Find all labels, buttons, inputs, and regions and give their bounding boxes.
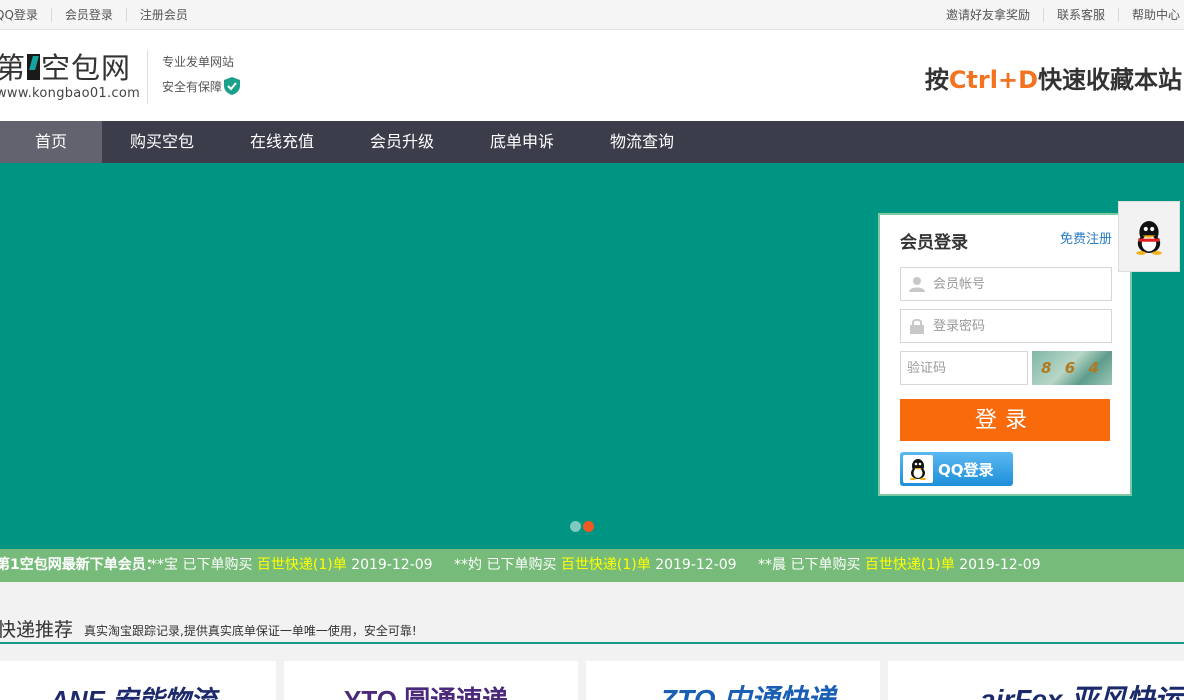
nav-buy[interactable]: 购买空包 [102, 121, 222, 163]
slogan-safe-text: 安全有保障 [162, 80, 223, 94]
zto-logo-text: ZTO 中通快递 [659, 684, 838, 700]
carousel-dots [570, 521, 594, 532]
logo-number-mark [27, 54, 41, 80]
latest-orders-ticker: 第1空包网最新下单会员： **宝 已下单购买 百世快递(1)单 2019-12-… [0, 549, 1184, 582]
captcha-image[interactable]: 8 6 4 [1032, 351, 1112, 385]
user-icon [901, 268, 933, 300]
ticker-item: **晨 已下单购买 百世快递(1)单 2019-12-09 [758, 549, 1041, 582]
recommend-subtitle: 真实淘宝跟踪记录,提供真实底单保证一单唯一使用，安全可靠! [84, 624, 417, 638]
courier-card-zto[interactable]: ZTO 中通快递 [586, 661, 880, 700]
login-panel: 会员登录 免费注册 8 6 4 登录 QQ登录 [878, 213, 1132, 496]
carousel-dot-1[interactable] [570, 521, 581, 532]
top-bar-right: 邀请好友拿奖励 联系客服 帮助中心 [933, 0, 1184, 30]
ticker-text: 已下单购买 [182, 557, 253, 573]
top-bar: QQ登录 会员登录 注册会员 邀请好友拿奖励 联系客服 帮助中心 [0, 0, 1184, 30]
nav-home[interactable]: 首页 [0, 121, 102, 163]
password-field[interactable] [900, 309, 1112, 343]
ticker-label: 第1空包网最新下单会员： [0, 557, 160, 573]
yto-logo: YTO 圆通速递 [344, 685, 508, 700]
recommend-heading: 快递推荐 [0, 619, 74, 641]
logo-text: 第空包网 [0, 51, 132, 85]
account-input[interactable] [933, 276, 1103, 292]
free-register-link[interactable]: 免费注册 [1060, 228, 1112, 247]
qq-login-label: QQ登录 [938, 460, 994, 479]
invite-friends-link[interactable]: 邀请好友拿奖励 [933, 8, 1044, 22]
ticker-user: **妁 [454, 557, 482, 573]
floating-qq-service[interactable] [1118, 201, 1180, 272]
ticker-text: 已下单购买 [486, 557, 557, 573]
bookmark-hint-prefix: 按 [924, 66, 949, 94]
ticker-date: 2019-12-09 [959, 557, 1041, 573]
ticker-user: **宝 [150, 557, 178, 573]
contact-service-link[interactable]: 联系客服 [1044, 8, 1119, 22]
zto-logo: ZTO 中通快递 [659, 684, 838, 700]
bookmark-hint: 按Ctrl+D快速收藏本站 [925, 60, 1182, 95]
ticker-item: **妁 已下单购买 百世快递(1)单 2019-12-09 [454, 549, 737, 582]
shield-check-icon [224, 77, 241, 95]
site-logo[interactable]: 第空包网 www.kongbao01.com [0, 50, 141, 104]
login-title: 会员登录 [900, 233, 968, 253]
carousel-dot-2[interactable] [583, 521, 594, 532]
captcha-input[interactable] [901, 360, 1019, 376]
top-bar-left: QQ登录 会员登录 注册会员 [0, 0, 201, 30]
password-input[interactable] [933, 318, 1103, 334]
ane-logo-text: ANE 安能物流 [49, 685, 220, 700]
courier-card-ane[interactable]: ANE 安能物流 [0, 661, 276, 700]
courier-cards: ANE 安能物流 YTO 圆通速递 ZTO 中通快递 airFex 亚风快运 [0, 661, 1184, 700]
lock-icon [901, 310, 933, 342]
ticker-text: 已下单购买 [790, 557, 861, 573]
site-header: 第空包网 www.kongbao01.com 专业发单网站 安全有保障 按Ctr… [0, 30, 1184, 121]
slogan-line-2: 安全有保障 [162, 75, 241, 100]
qq-penguin-icon [1136, 220, 1162, 255]
nav-upgrade[interactable]: 会员升级 [342, 121, 462, 163]
yto-logo-text: YTO 圆通速递 [344, 685, 508, 700]
member-login-link[interactable]: 会员登录 [52, 8, 127, 22]
ticker-product: 百世快递(1)单 [864, 557, 955, 573]
logo-url: www.kongbao01.com [0, 86, 141, 101]
account-field[interactable] [900, 267, 1112, 301]
captcha-field[interactable] [900, 351, 1028, 385]
qq-login-link[interactable]: QQ登录 [0, 8, 52, 22]
bookmark-hint-suffix: 快速收藏本站 [1038, 66, 1182, 94]
main-nav: 首页 购买空包 在线充值 会员升级 底单申诉 物流查询 [0, 121, 1184, 163]
slogan-line-1: 专业发单网站 [162, 55, 235, 69]
ticker-product: 百世快递(1)单 [560, 557, 651, 573]
airfex-logo: airFex 亚风快运 [980, 684, 1184, 700]
ticker-date: 2019-12-09 [655, 557, 737, 573]
recommend-section-header: 快递推荐 真实淘宝跟踪记录,提供真实底单保证一单唯一使用，安全可靠! [0, 612, 1184, 644]
ticker-date: 2019-12-09 [351, 557, 433, 573]
nav-appeal[interactable]: 底单申诉 [462, 121, 582, 163]
ticker-item: **宝 已下单购买 百世快递(1)单 2019-12-09 [150, 549, 433, 582]
nav-tracking[interactable]: 物流查询 [582, 121, 702, 163]
courier-card-yto[interactable]: YTO 圆通速递 [284, 661, 578, 700]
ane-logo: ANE 安能物流 [49, 685, 220, 700]
qq-login-button[interactable]: QQ登录 [900, 452, 1013, 486]
airfex-logo-text: airFex 亚风快运 [980, 684, 1184, 700]
slogan: 专业发单网站 安全有保障 [147, 50, 241, 104]
qq-penguin-icon [903, 455, 933, 483]
help-center-link[interactable]: 帮助中心 [1119, 8, 1184, 22]
bookmark-hint-keys: Ctrl+D [948, 66, 1038, 94]
register-member-link[interactable]: 注册会员 [127, 8, 201, 22]
ticker-user: **晨 [758, 557, 786, 573]
nav-recharge[interactable]: 在线充值 [222, 121, 342, 163]
login-button[interactable]: 登录 [900, 399, 1110, 441]
courier-card-airfex[interactable]: airFex 亚风快运 [888, 661, 1184, 700]
ticker-product: 百世快递(1)单 [256, 557, 347, 573]
